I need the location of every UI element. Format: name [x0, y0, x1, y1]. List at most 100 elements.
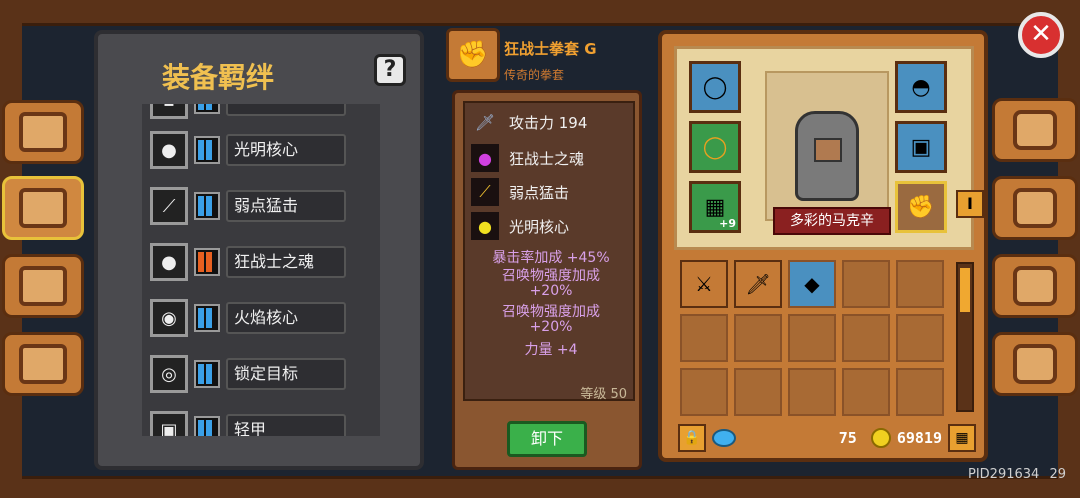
bond-label: 锁定目标	[226, 358, 346, 390]
chestplate-icon: ▣	[910, 134, 932, 160]
bond-stat: ● 狂战士之魂	[471, 143, 584, 173]
list-item[interactable]: ◎ 锁定目标	[150, 352, 372, 396]
gear-icon	[1013, 344, 1057, 384]
inventory-slot[interactable]	[680, 368, 728, 416]
inventory-slot[interactable]	[680, 314, 728, 362]
inventory-slot[interactable]: ◆	[788, 260, 836, 308]
character-avatar	[795, 111, 859, 201]
slot-gloves[interactable]: ✊	[895, 181, 947, 233]
sort-button[interactable]: ▦	[948, 424, 976, 452]
currency-bar: 🔒 75 69819 ▦	[678, 422, 976, 454]
list-item[interactable]: ⟋ 弱点猛击	[150, 184, 372, 228]
tab-pets[interactable]	[2, 254, 84, 318]
inventory-slot[interactable]	[896, 260, 944, 308]
top-frame	[0, 0, 1080, 26]
unequip-button[interactable]: 卸下	[507, 421, 587, 457]
slot-armor[interactable]: ▦ +9	[689, 181, 741, 233]
gold-coin-icon	[870, 428, 891, 448]
tab-mounts[interactable]	[2, 332, 84, 396]
item-rarity: 传奇的拳套	[504, 68, 565, 82]
list-item[interactable]: ● 光明核心	[150, 128, 372, 172]
bottom-frame	[0, 476, 1080, 498]
inventory-slot[interactable]	[842, 368, 890, 416]
character-equipment-area: ◯ ◯ ▦ +9 ◓ ▣ ✊ 多彩的马克辛	[674, 46, 974, 250]
tab-weapons[interactable]	[992, 176, 1078, 240]
slot-helmet[interactable]: ◓	[895, 61, 947, 113]
tab-helmet[interactable]	[992, 98, 1078, 162]
berserker-soul-icon: ●	[471, 144, 499, 172]
player-id: PID291634 29	[968, 467, 1066, 482]
bond-level-bars	[194, 416, 220, 436]
bond-label: 弱点猛击	[226, 190, 346, 222]
sword-icon: 🗡	[745, 272, 771, 296]
light-armor-icon: ▣	[150, 411, 188, 436]
list-item[interactable]: ▪	[150, 104, 372, 122]
flame-core-icon: ◉	[150, 299, 188, 337]
inventory-slot[interactable]	[896, 314, 944, 362]
slot-chest[interactable]: ▣	[895, 121, 947, 173]
bond-level-bars	[194, 360, 220, 388]
inventory-slot[interactable]	[734, 368, 782, 416]
tab-skills[interactable]	[992, 254, 1078, 318]
berserker-soul-icon: ●	[150, 243, 188, 281]
bond-label: 狂战士之魂	[226, 246, 346, 278]
bonus-line: +20%	[529, 319, 573, 335]
bond-icon: ▪	[150, 104, 188, 119]
inventory-slot[interactable]: ⚔	[680, 260, 728, 308]
right-frame	[1058, 0, 1080, 498]
bonus-line: 召唤物强度加成	[502, 304, 600, 320]
list-item[interactable]: ● 狂战士之魂	[150, 240, 372, 284]
item-card: 🗡 攻击力 194 ● 狂战士之魂 ⟋ 弱点猛击 ● 光明核心 暴击率加成 +4…	[452, 90, 642, 470]
bonus-line: 力量 +4	[524, 342, 578, 358]
inventory-slot[interactable]	[896, 368, 944, 416]
scrollbar-thumb[interactable]	[960, 268, 970, 312]
bond-label: 光明核心	[226, 134, 346, 166]
list-item[interactable]: ▣ 轻甲	[150, 408, 372, 436]
inventory-slot[interactable]	[734, 314, 782, 362]
bond-level-bars	[194, 192, 220, 220]
bond-level-bars	[194, 248, 220, 276]
item-level: 等级 50	[580, 387, 627, 402]
item-header: ✊ 狂战士拳套 G 传奇的拳套	[446, 28, 642, 84]
tab-settings[interactable]	[992, 332, 1078, 396]
bond-level-bars	[194, 304, 220, 332]
equipment-panel: ◯ ◯ ▦ +9 ◓ ▣ ✊ 多彩的马克辛 I ⚔ 🗡 ◆ 🔒 75 69819 …	[658, 30, 988, 462]
inventory-slot[interactable]	[788, 314, 836, 362]
inventory-scrollbar[interactable]	[956, 262, 974, 412]
bond-label: 轻甲	[226, 414, 346, 436]
paw-icon	[19, 266, 67, 306]
bonus-line: 召唤物强度加成	[502, 268, 600, 284]
crossed-swords-icon	[1013, 188, 1057, 228]
armor-icon: ▦	[704, 194, 726, 220]
lock-button[interactable]: 🔒	[678, 424, 706, 452]
tab-equipment-bond[interactable]	[2, 176, 84, 240]
gauntlet-icon: ✊	[446, 28, 500, 82]
left-frame	[0, 0, 22, 498]
necklace-icon: ◯	[702, 74, 728, 100]
help-button[interactable]: ?	[374, 54, 406, 86]
inventory-slot[interactable]	[788, 368, 836, 416]
bond-panel-title: 装备羁绊	[161, 61, 274, 94]
tab-codex[interactable]	[2, 100, 84, 164]
bond-list[interactable]: ▪ ● 光明核心 ⟋ 弱点猛击 ● 狂战士之魂 ◉ 火焰核心 ◎ 锁定目标	[142, 104, 380, 436]
book-icon	[19, 112, 67, 152]
weakness-strike-icon: ⟋	[471, 178, 499, 206]
light-core-icon: ●	[471, 212, 499, 240]
slot-ring[interactable]: ◯	[689, 121, 741, 173]
gold-count: 69819	[896, 429, 942, 447]
inventory-slot[interactable]	[842, 260, 890, 308]
bond-stat: ● 光明核心	[471, 211, 569, 241]
weakness-strike-icon: ⟋	[150, 187, 188, 225]
inventory-slot[interactable]	[842, 314, 890, 362]
light-core-icon: ●	[150, 131, 188, 169]
equipment-bond-panel: 装备羁绊 ? ▪ ● 光明核心 ⟋ 弱点猛击 ● 狂战士之魂 ◉ 火焰核心	[94, 30, 424, 470]
ring-icon: ◯	[702, 134, 728, 160]
list-item[interactable]: ◉ 火焰核心	[150, 296, 372, 340]
chest-icon	[19, 188, 67, 228]
inventory-slot[interactable]: 🗡	[734, 260, 782, 308]
inventory-grid: ⚔ 🗡 ◆	[680, 260, 950, 416]
compare-button[interactable]: I	[956, 190, 984, 218]
slot-necklace[interactable]: ◯	[689, 61, 741, 113]
upgrade-badge: +9	[719, 217, 736, 230]
close-button[interactable]: ✕	[1018, 12, 1064, 58]
